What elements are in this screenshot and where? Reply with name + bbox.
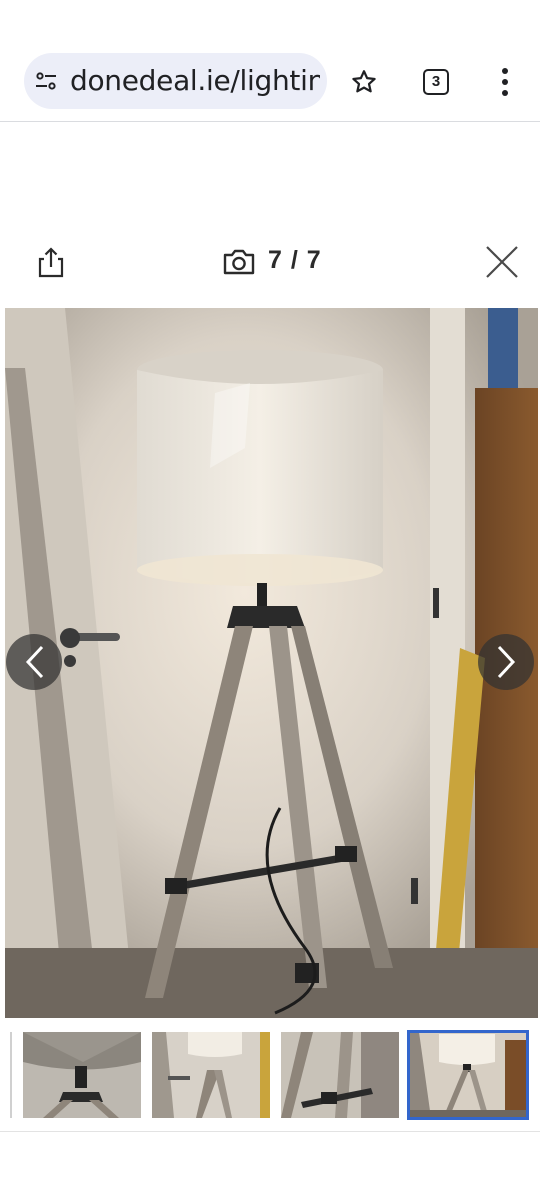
tune-icon[interactable] <box>34 69 58 93</box>
thumbnail-4[interactable] <box>23 1032 141 1118</box>
thumbnail-7-active[interactable] <box>407 1030 529 1120</box>
camera-icon <box>223 249 255 275</box>
address-bar[interactable]: donedeal.ie/lightin <box>24 53 327 109</box>
thumbnail-edge <box>10 1032 12 1118</box>
close-icon[interactable] <box>484 244 520 280</box>
share-icon[interactable] <box>36 246 66 278</box>
thumbnail-6[interactable] <box>281 1032 399 1118</box>
main-photo[interactable] <box>5 308 538 1018</box>
star-icon[interactable] <box>350 68 378 96</box>
next-image-button[interactable] <box>478 634 534 690</box>
chevron-right-icon <box>497 645 516 679</box>
bottom-divider <box>0 1131 540 1132</box>
url-text[interactable]: donedeal.ie/lightin <box>70 66 320 96</box>
image-counter: 7 / 7 <box>268 246 322 274</box>
chevron-left-icon <box>25 645 44 679</box>
thumbnail-5[interactable] <box>152 1032 270 1118</box>
tab-switcher-button[interactable]: 3 <box>423 69 449 95</box>
toolbar-divider <box>0 121 540 122</box>
previous-image-button[interactable] <box>6 634 62 690</box>
more-vert-icon[interactable] <box>494 66 516 98</box>
